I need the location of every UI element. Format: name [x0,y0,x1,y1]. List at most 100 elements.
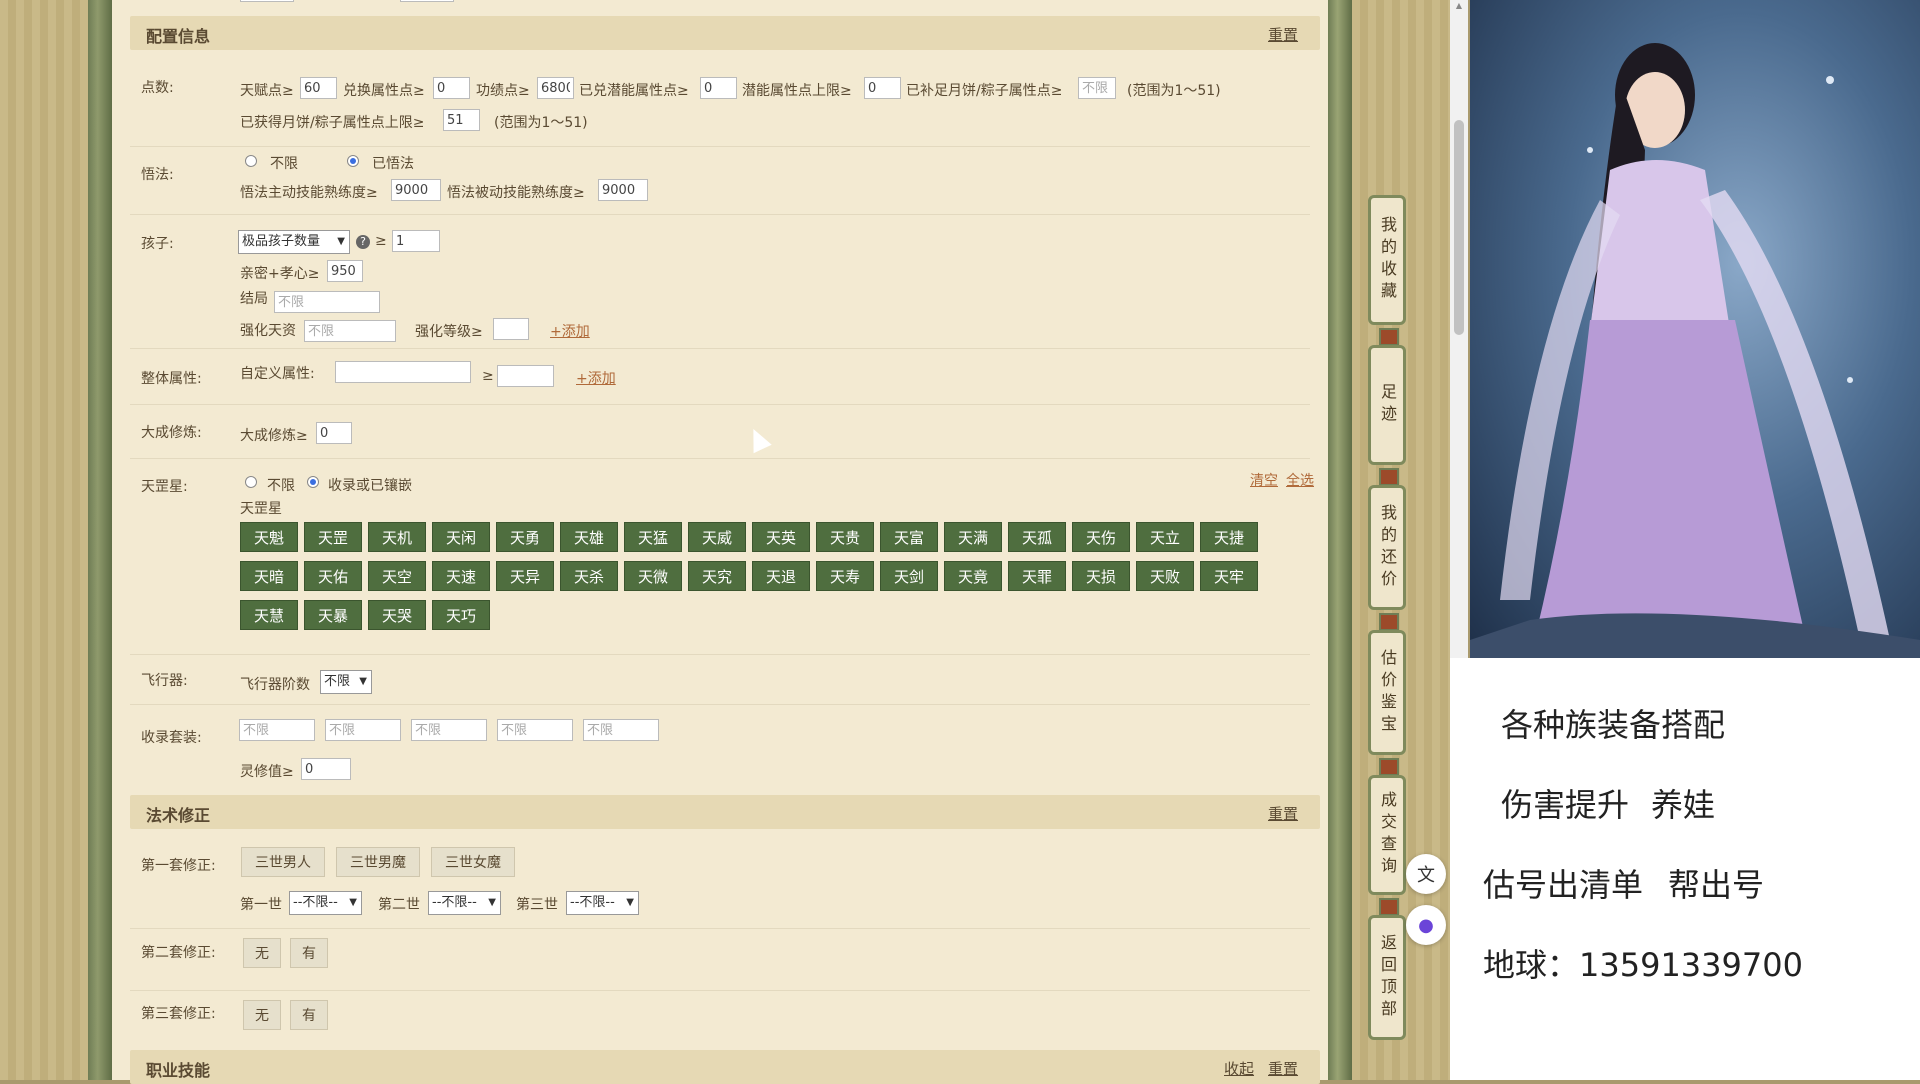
side-nav-deals[interactable]: 成交查询 [1368,775,1406,895]
reset-link[interactable]: 重置 [1268,803,1298,824]
tiangang-star-button[interactable]: 天罪 [1008,561,1066,591]
side-nav-appraisal[interactable]: 估价鉴宝 [1368,630,1406,755]
wufa-done-radio[interactable] [347,155,359,167]
tiangang-star-button[interactable]: 天空 [368,561,426,591]
tiangang-star-button[interactable]: 天败 [1136,561,1194,591]
tiangang-star-button[interactable]: 天雄 [560,522,618,552]
tiangang-star-button[interactable]: 天魁 [240,522,298,552]
second-yes-button[interactable]: 有 [290,938,328,968]
suit-input-4[interactable] [497,719,573,741]
tiangang-star-button[interactable]: 天牢 [1200,561,1258,591]
wufa-active-input[interactable] [391,179,441,201]
collapse-link[interactable]: 收起 [1224,1058,1254,1079]
add-custom-attr-link[interactable]: +添加 [576,368,616,388]
tiangang-star-button[interactable]: 天损 [1072,561,1130,591]
enhance-talent-input[interactable] [304,320,396,342]
children-type-select[interactable]: 极品孩子数量 ▼ [238,230,350,254]
tiangang-star-button[interactable]: 天贵 [816,522,874,552]
tiangang-star-button[interactable]: 天佑 [304,561,362,591]
tiangang-star-button[interactable]: 天究 [688,561,746,591]
enhance-level-input[interactable] [493,318,529,340]
tiangang-star-button[interactable]: 天杀 [560,561,618,591]
tiangang-star-button[interactable]: 天猛 [624,522,682,552]
tiangang-star-button[interactable]: 天慧 [240,600,298,630]
tiangang-star-button[interactable]: 天机 [368,522,426,552]
exchange-input[interactable] [433,77,470,99]
tiangang-star-button[interactable]: 天竟 [944,561,1002,591]
scrollbar-thumb[interactable] [1454,120,1464,335]
tiangang-star-button[interactable]: 天伤 [1072,522,1130,552]
top-partial-input[interactable] [240,0,294,2]
children-count-input[interactable] [392,230,440,252]
potential-input[interactable] [700,77,737,99]
tiangang-star-button[interactable]: 天微 [624,561,682,591]
suit-input-2[interactable] [325,719,401,741]
merit-input[interactable] [537,77,574,99]
ending-input[interactable] [274,291,380,313]
dacheng-input[interactable] [316,422,352,444]
tiangang-star-button[interactable]: 天孤 [1008,522,1066,552]
tiangang-star-button[interactable]: 天罡 [304,522,362,552]
scroll-up-arrow-icon[interactable]: ▲ [1450,0,1468,12]
tiangang-collected-radio[interactable] [307,476,319,488]
tiangang-star-button[interactable]: 天寿 [816,561,874,591]
select-all-link[interactable]: 全选 [1286,470,1314,490]
tiangang-star-button[interactable]: 天立 [1136,522,1194,552]
mooncake-input[interactable] [1078,77,1116,99]
tiangang-star-button[interactable]: 天速 [432,561,490,591]
side-nav-connector [1379,613,1399,631]
tiangang-star-button[interactable]: 天异 [496,561,554,591]
potential-cap-input[interactable] [864,77,901,99]
talent-input[interactable] [300,77,337,99]
custom-attr-value-input[interactable] [497,365,554,387]
tiangang-star-button[interactable]: 天暴 [304,600,362,630]
tiangang-star-button[interactable]: 天暗 [240,561,298,591]
life2-select[interactable]: --不限-- ▼ [428,891,501,915]
top-partial-input[interactable] [400,0,454,2]
tiangang-star-button[interactable]: 天英 [752,522,810,552]
three-life-female-demon-button[interactable]: 三世女魔 [431,847,515,877]
third-yes-button[interactable]: 有 [290,1000,328,1030]
third-no-button[interactable]: 无 [243,1000,281,1030]
suit-input-1[interactable] [239,719,315,741]
suit-input-5[interactable] [583,719,659,741]
spirit-input[interactable] [301,758,351,780]
reset-link[interactable]: 重置 [1268,1058,1298,1079]
wufa-passive-input[interactable] [598,179,648,201]
add-enhance-link[interactable]: +添加 [550,321,590,341]
tiangang-star-button[interactable]: 天巧 [432,600,490,630]
mooncake-cap-input[interactable] [443,109,480,131]
tiangang-star-button[interactable]: 天富 [880,522,938,552]
reset-link[interactable]: 重置 [1268,24,1298,45]
life1-select[interactable]: --不限-- ▼ [289,891,362,915]
tiangang-star-button[interactable]: 天威 [688,522,746,552]
tiangang-star-button[interactable]: 天哭 [368,600,426,630]
translate-icon[interactable]: 文 [1406,854,1446,894]
suit-input-3[interactable] [411,719,487,741]
second-correction-label: 第二套修正: [141,945,216,961]
side-nav-back-to-top[interactable]: 返回顶部 [1368,915,1406,1040]
wufa-unlimited-radio[interactable] [245,155,257,167]
side-nav-history[interactable]: 足迹 [1368,345,1406,465]
clear-link[interactable]: 清空 [1250,470,1278,490]
aircraft-select[interactable]: 不限 ▼ [320,670,372,694]
intimacy-input[interactable] [327,260,363,282]
tiangang-unlimited-radio[interactable] [245,476,257,488]
three-life-man-button[interactable]: 三世男人 [241,847,325,877]
tiangang-star-button[interactable]: 天退 [752,561,810,591]
life3-label: 第三世 [516,897,558,913]
tiangang-star-button[interactable]: 天剑 [880,561,938,591]
custom-attr-input[interactable] [335,361,471,383]
tiangang-star-button[interactable]: 天捷 [1200,522,1258,552]
chat-icon[interactable]: ● [1406,905,1446,945]
second-no-button[interactable]: 无 [243,938,281,968]
side-nav-favorites[interactable]: 我的收藏 [1368,195,1406,325]
life3-select[interactable]: --不限-- ▼ [566,891,639,915]
help-icon[interactable]: ? [356,235,370,249]
three-life-male-demon-button[interactable]: 三世男魔 [336,847,420,877]
tiangang-star-button[interactable]: 天满 [944,522,1002,552]
potential-label: 已兑潜能属性点≥ [579,83,689,99]
side-nav-my-offers[interactable]: 我的还价 [1368,485,1406,610]
tiangang-star-button[interactable]: 天勇 [496,522,554,552]
tiangang-star-button[interactable]: 天闲 [432,522,490,552]
